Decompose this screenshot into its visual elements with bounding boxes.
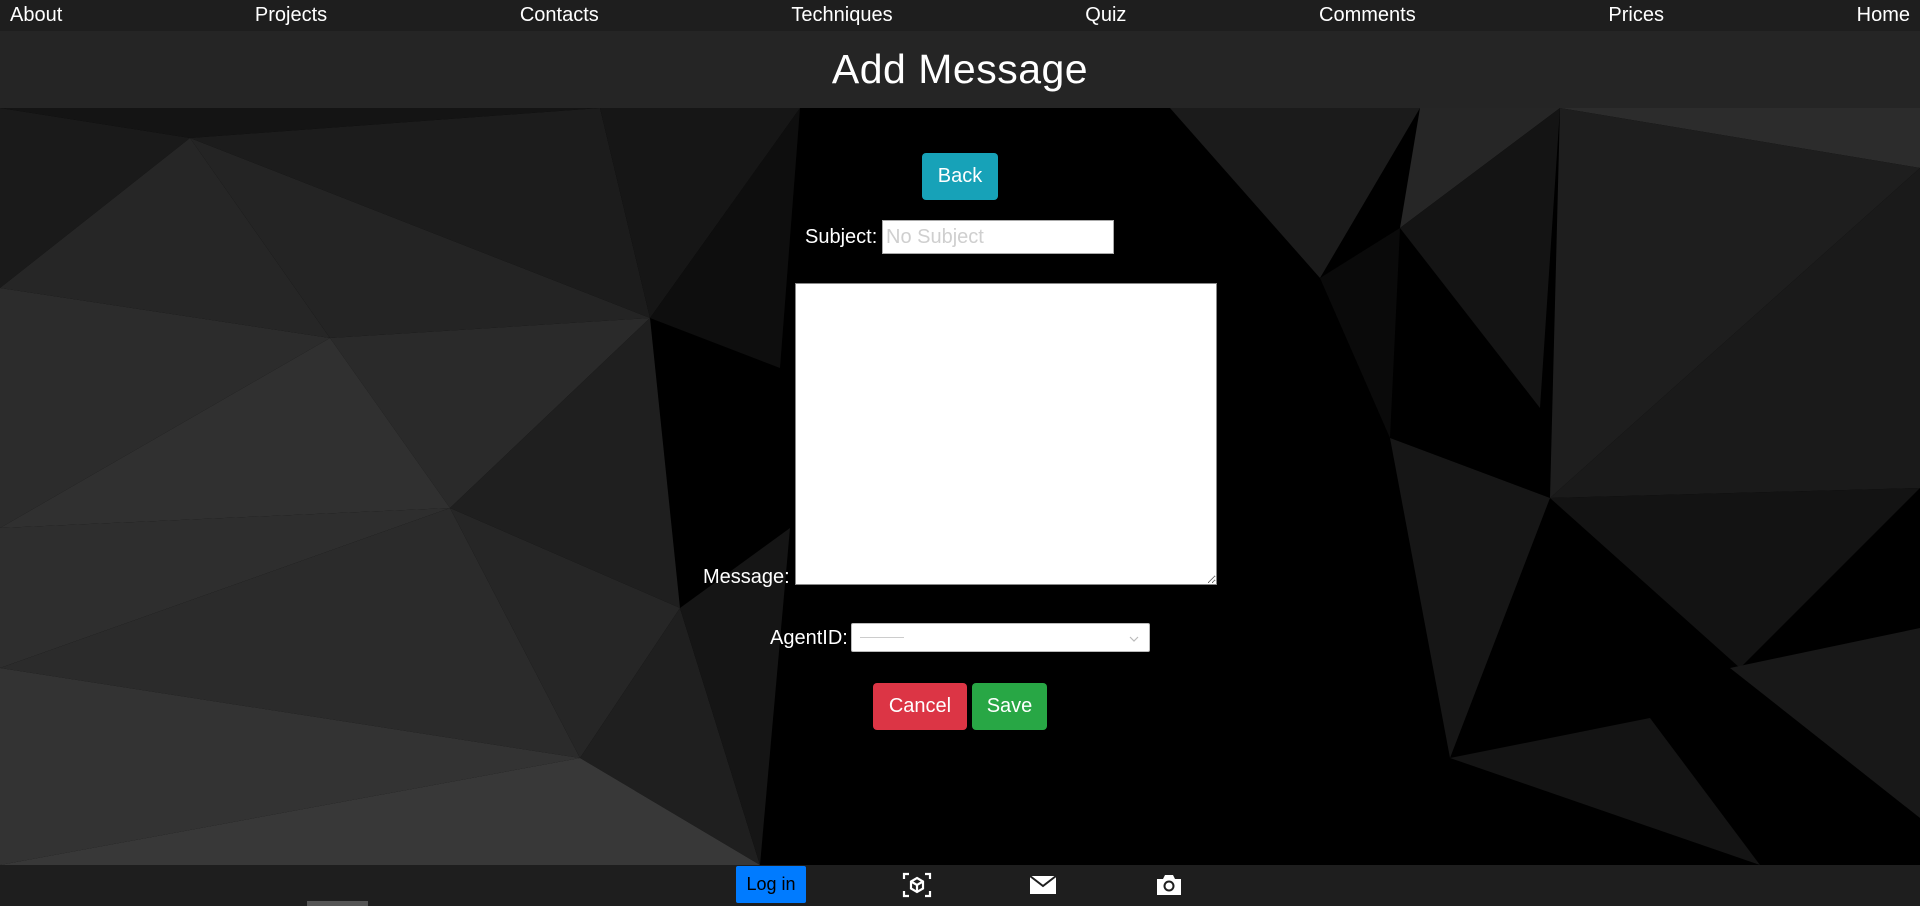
agent-id-label: AgentID: [770,627,848,649]
subject-label: Subject: [805,226,878,248]
message-label: Message: [703,566,790,588]
subject-input[interactable] [882,220,1114,254]
save-button[interactable]: Save [972,683,1047,730]
nav-prices[interactable]: Prices [1608,4,1664,27]
nav-techniques[interactable]: Techniques [791,4,892,27]
nav-quiz[interactable]: Quiz [1085,4,1126,27]
scroll-indicator [307,901,368,906]
message-textarea[interactable] [795,283,1217,585]
mail-icon[interactable] [1028,871,1058,899]
nav-comments[interactable]: Comments [1319,4,1416,27]
bottom-bar: Log in [0,865,1920,906]
camera-icon[interactable] [1154,871,1184,899]
ar-cube-icon[interactable] [902,871,932,899]
nav-home[interactable]: Home [1857,4,1910,27]
add-message-form: Back Subject: Message: AgentID: Cancel S… [0,108,1920,865]
page-title: Add Message [831,46,1089,92]
agent-id-select[interactable] [851,623,1150,652]
back-button[interactable]: Back [922,153,998,200]
nav-about[interactable]: About [10,4,62,27]
login-button[interactable]: Log in [736,866,806,903]
top-nav: About Projects Contacts Techniques Quiz … [0,0,1920,31]
page-header: Add Message [0,31,1920,108]
empty-option-dash [860,637,904,638]
nav-contacts[interactable]: Contacts [520,4,599,27]
cancel-button[interactable]: Cancel [873,683,967,730]
nav-projects[interactable]: Projects [255,4,327,27]
chevron-down-icon [1129,631,1139,642]
